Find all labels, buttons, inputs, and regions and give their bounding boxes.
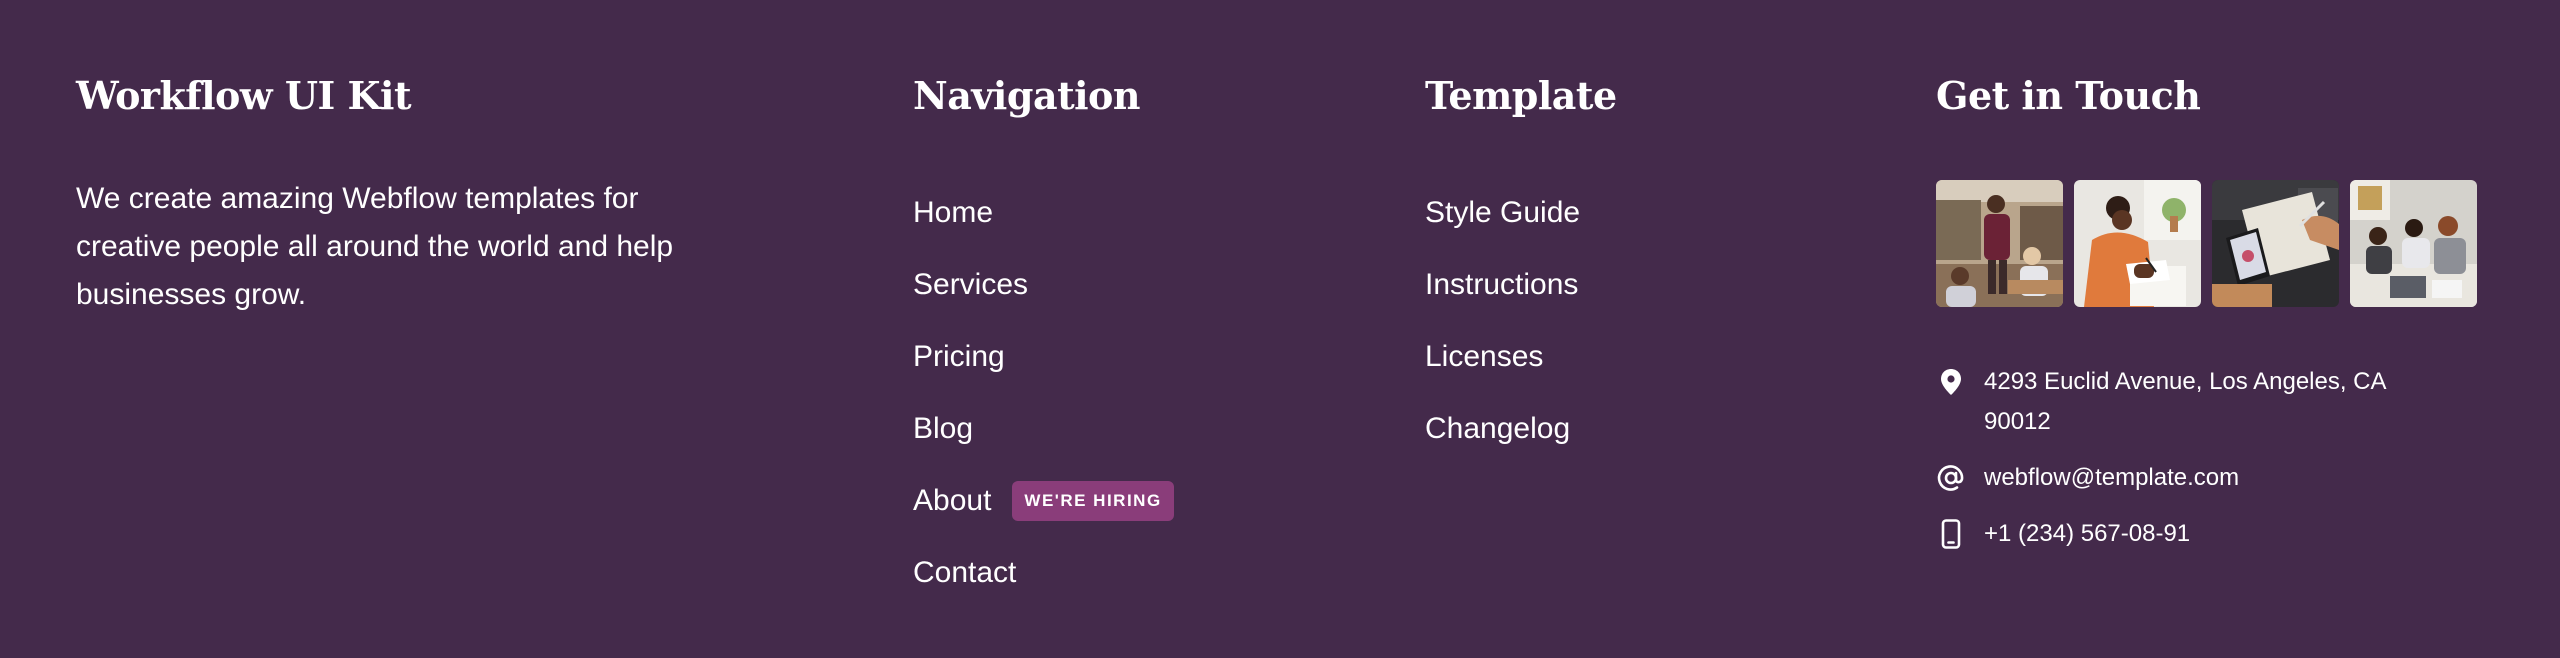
- email-link[interactable]: webflow@template.com: [1984, 458, 2239, 498]
- template-link-licenses[interactable]: Licenses: [1425, 337, 1543, 377]
- contact-heading: Get in Touch: [1936, 73, 2201, 118]
- nav-link-pricing[interactable]: Pricing: [913, 337, 1005, 377]
- smartphone-icon: [1936, 514, 1966, 554]
- nav-link-home[interactable]: Home: [913, 193, 993, 233]
- template-list: Style Guide Instructions Licenses Change…: [1425, 177, 1580, 465]
- brand-description: We create amazing Webflow templates for …: [76, 182, 674, 311]
- nav-link-services[interactable]: Services: [913, 265, 1028, 305]
- template-heading: Template: [1425, 73, 1617, 118]
- address-text: 4293 Euclid Avenue, Los Angeles, CA 9001…: [1984, 368, 2386, 435]
- navigation-heading: Navigation: [913, 73, 1141, 118]
- gallery-photo[interactable]: [2350, 180, 2477, 307]
- list-item: Contact: [913, 537, 1174, 609]
- nav-link-about[interactable]: About: [913, 481, 991, 521]
- template-link-style-guide[interactable]: Style Guide: [1425, 193, 1580, 233]
- gallery-photo[interactable]: [2074, 180, 2201, 307]
- contact-email: webflow@template.com: [1936, 458, 2394, 498]
- list-item: Changelog: [1425, 393, 1580, 465]
- at-sign-icon: [1936, 458, 1966, 498]
- template-link-changelog[interactable]: Changelog: [1425, 409, 1570, 449]
- map-pin-icon: [1936, 362, 1966, 402]
- contact-list: 4293 Euclid Avenue, Los Angeles, CA 9001…: [1936, 362, 2394, 570]
- template-link-instructions[interactable]: Instructions: [1425, 265, 1578, 305]
- footer-brand: Workflow UI Kit We create amazing Webflo…: [76, 72, 716, 311]
- photo-gallery: [1936, 180, 2477, 307]
- footer-template: Template Style Guide Instructions Licens…: [1425, 72, 1845, 445]
- list-item: Style Guide: [1425, 177, 1580, 249]
- contact-address: 4293 Euclid Avenue, Los Angeles, CA 9001…: [1936, 362, 2394, 442]
- gallery-photo[interactable]: [1936, 180, 2063, 307]
- list-item: Licenses: [1425, 321, 1580, 393]
- gallery-photo[interactable]: [2212, 180, 2339, 307]
- list-item: Instructions: [1425, 249, 1580, 321]
- hiring-badge: WE'RE HIRING: [1012, 481, 1174, 521]
- nav-link-contact[interactable]: Contact: [913, 553, 1016, 593]
- brand-title: Workflow UI Kit: [76, 73, 412, 118]
- list-item: About WE'RE HIRING: [913, 465, 1174, 537]
- contact-phone: +1 (234) 567-08-91: [1936, 514, 2394, 554]
- list-item: Blog: [913, 393, 1174, 465]
- phone-link[interactable]: +1 (234) 567-08-91: [1984, 514, 2190, 554]
- list-item: Services: [913, 249, 1174, 321]
- list-item: Pricing: [913, 321, 1174, 393]
- navigation-list: Home Services Pricing Blog About WE'RE HI…: [913, 177, 1174, 609]
- footer-navigation: Navigation Home Services Pricing Blog Ab…: [913, 72, 1333, 589]
- footer-contact: Get in Touch 4293 Euclid Avenue, Los Ang…: [1936, 72, 2496, 549]
- nav-link-blog[interactable]: Blog: [913, 409, 973, 449]
- list-item: Home: [913, 177, 1174, 249]
